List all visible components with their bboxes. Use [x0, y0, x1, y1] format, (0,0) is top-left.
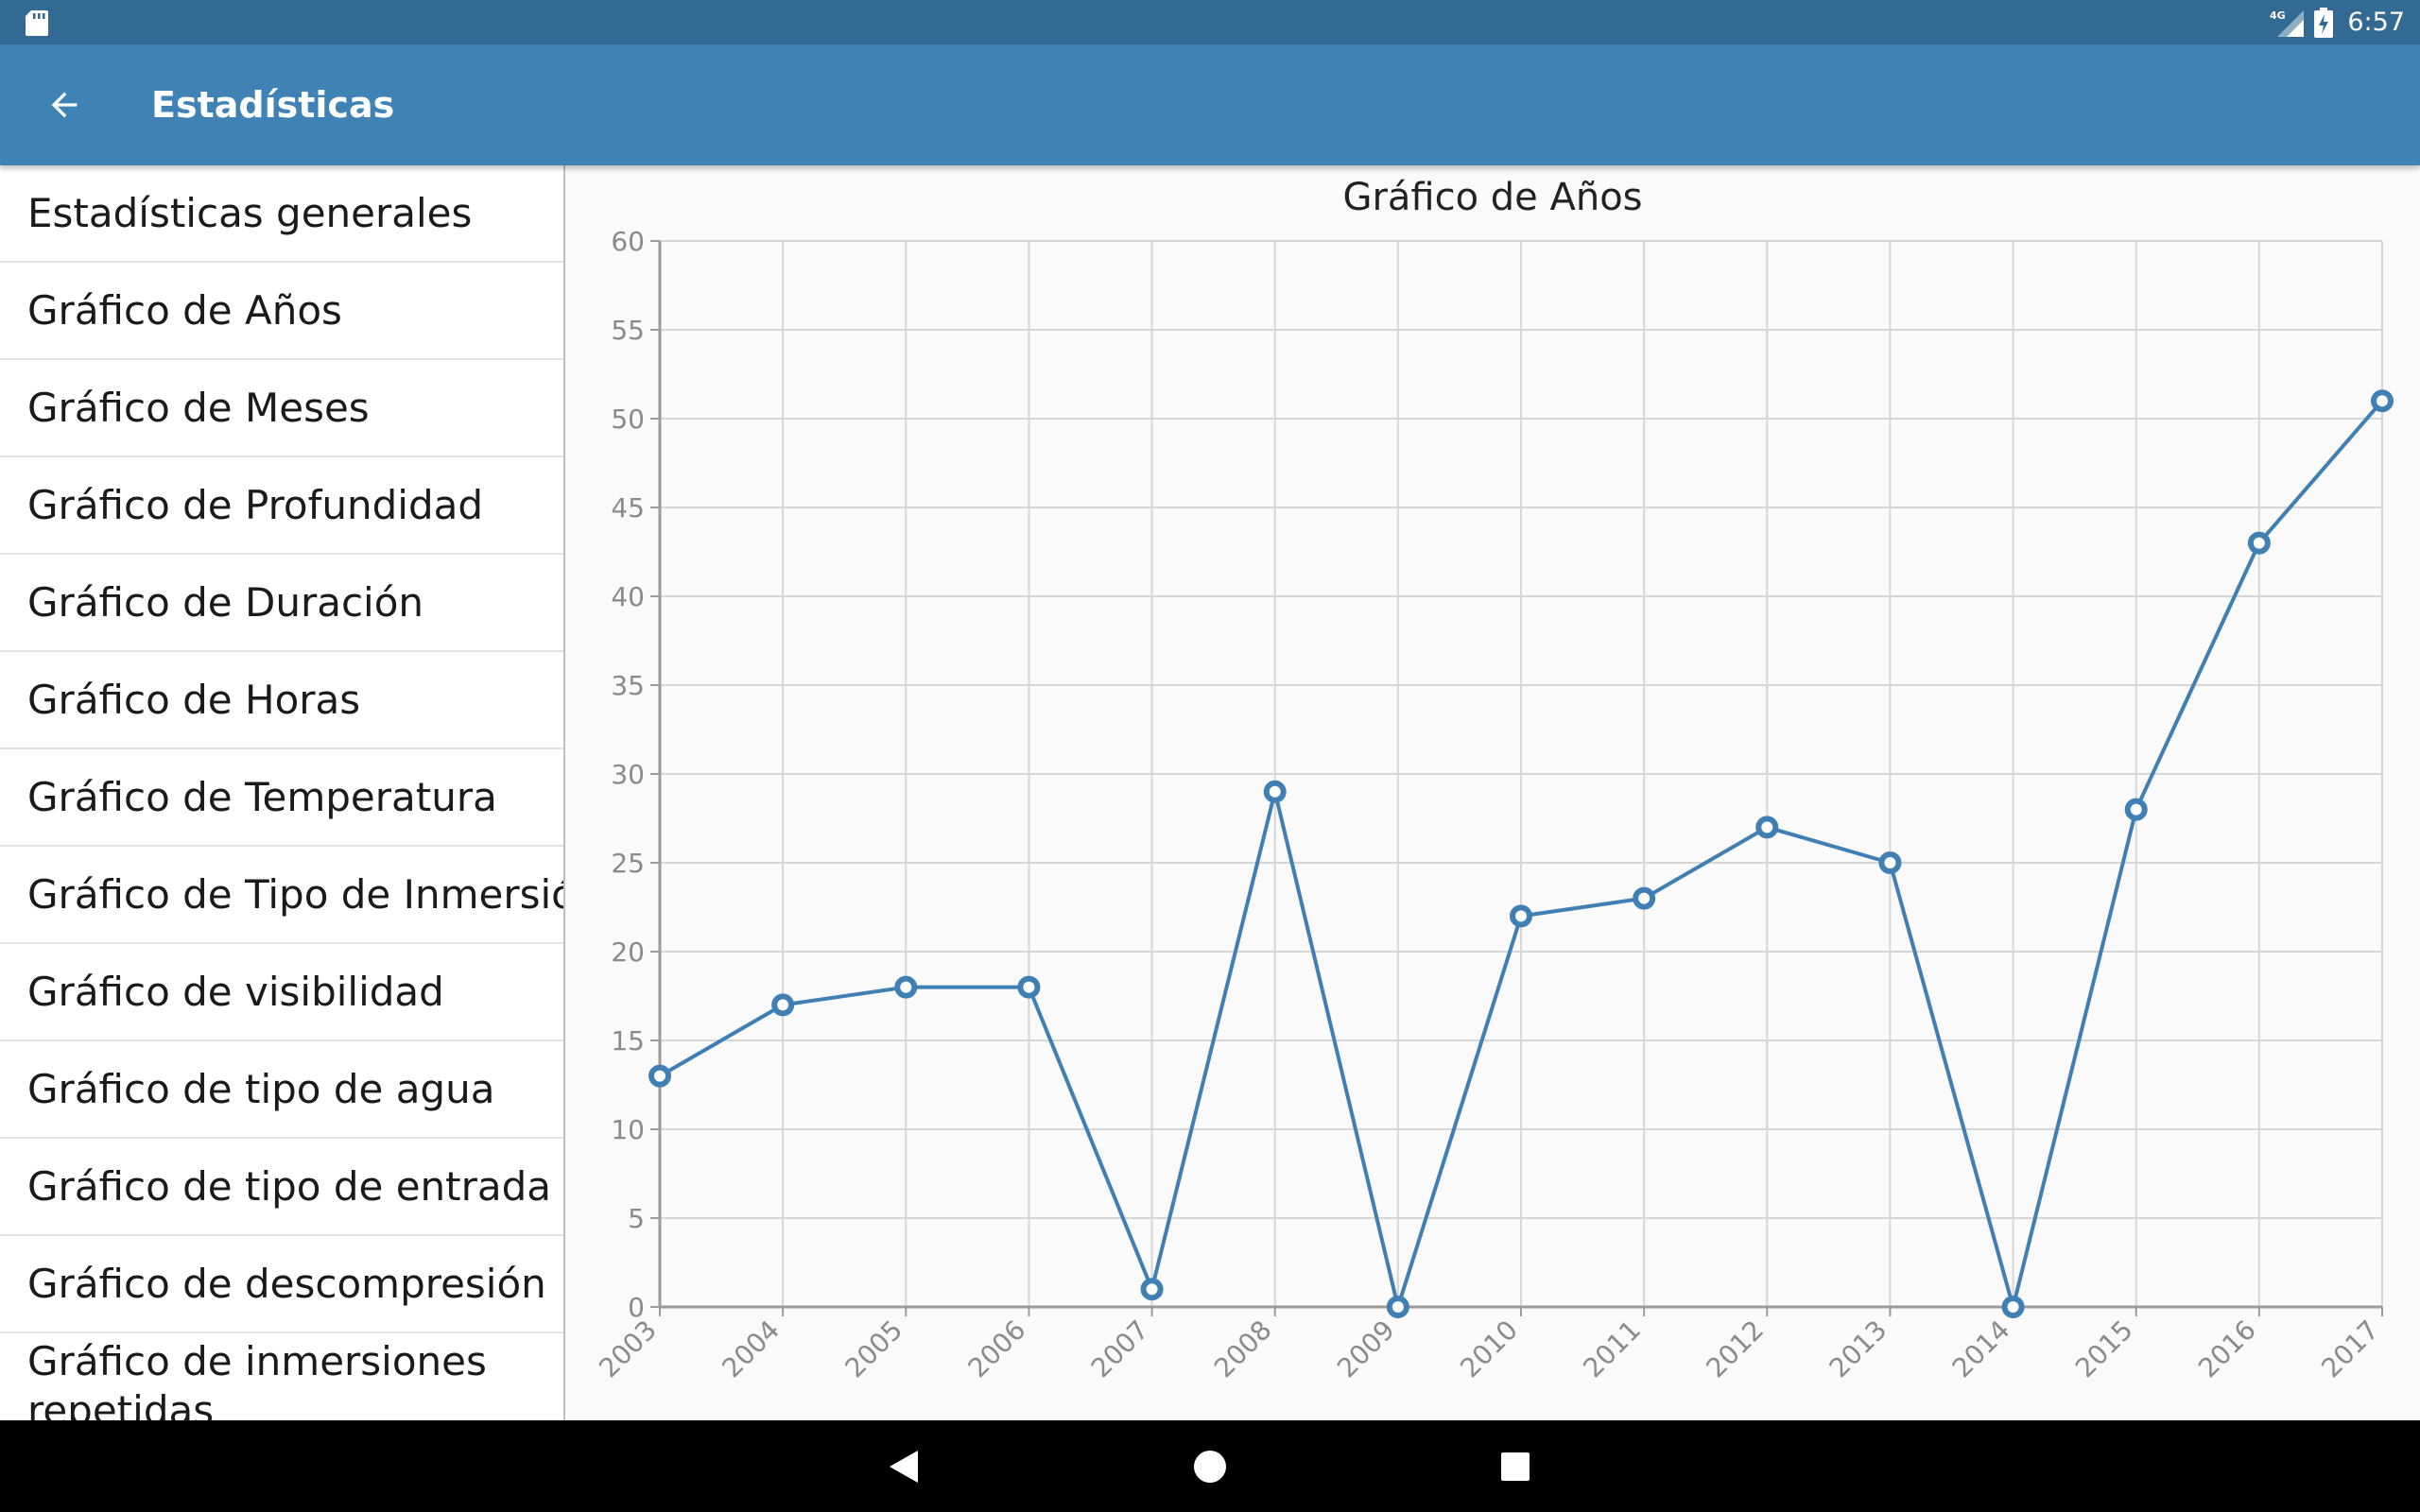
- battery-charging-icon: [2314, 7, 2334, 38]
- sidebar-item-dive-type-chart[interactable]: Gráfico de Tipo de Inmersión: [0, 847, 563, 944]
- y-tick-label: 15: [611, 1025, 645, 1057]
- data-point: [1878, 851, 1902, 874]
- data-point: [1017, 975, 1041, 999]
- data-point: [1263, 780, 1287, 803]
- signal-icon: 4G: [2270, 9, 2305, 37]
- sidebar-item-decompression-chart[interactable]: Gráfico de descompresión: [0, 1236, 563, 1333]
- sidebar-item-temperature-chart[interactable]: Gráfico de Temperatura: [0, 749, 563, 847]
- chart-axes: [650, 240, 2383, 1316]
- data-point: [2371, 389, 2394, 413]
- sidebar-item-label: Gráfico de Temperatura: [27, 774, 497, 820]
- sidebar-item-label: Gráfico de Tipo de Inmersión: [27, 871, 563, 918]
- nav-home-icon: [1194, 1450, 1226, 1483]
- nav-back-icon: [890, 1450, 918, 1483]
- sidebar-item-entry-type-chart[interactable]: Gráfico de tipo de entrada: [0, 1139, 563, 1236]
- y-tick-label: 55: [611, 315, 645, 346]
- y-tick-label: 20: [611, 936, 645, 968]
- data-point: [771, 993, 795, 1017]
- nav-recents-icon: [1501, 1452, 1530, 1481]
- x-tick-label: 2008: [1208, 1314, 1278, 1384]
- sidebar-item-label: Gráfico de Años: [27, 287, 342, 334]
- app-bar: Estadísticas: [0, 44, 2420, 165]
- sd-card-icon: [26, 10, 48, 36]
- status-icons: 4G 6:57: [2270, 0, 2405, 44]
- sidebar-item-label: Gráfico de inmersiones repetidas: [27, 1338, 487, 1420]
- y-tick-label: 25: [611, 848, 645, 879]
- sidebar-item-hours-chart[interactable]: Gráfico de Horas: [0, 652, 563, 749]
- data-point: [2247, 531, 2271, 555]
- data-point: [1633, 886, 1656, 910]
- sidebar-item-depth-chart[interactable]: Gráfico de Profundidad: [0, 457, 563, 555]
- page-title: Estadísticas: [151, 84, 395, 126]
- sidebar-item-label: Gráfico de Duración: [27, 579, 424, 626]
- sidebar-item-general-stats[interactable]: Estadísticas generales: [0, 165, 563, 263]
- x-tick-label: 2015: [2069, 1314, 2139, 1384]
- sidebar-item-label: Gráfico de descompresión: [27, 1261, 546, 1307]
- y-tick-label: 50: [611, 404, 645, 435]
- chart-title: Gráfico de Años: [1342, 176, 1642, 219]
- x-tick-labels: 2003 2004 2005 2006 2007 2008 2009 2010 2011 2012…: [593, 1314, 2385, 1384]
- y-tick-label: 35: [611, 670, 645, 701]
- screen: 4G 6:57 Estadísticas Estadísticas genera…: [0, 0, 2420, 1512]
- x-tick-label: 2009: [1331, 1314, 1401, 1384]
- x-tick-label: 2012: [1701, 1314, 1771, 1384]
- x-tick-label: 2013: [1824, 1314, 1893, 1384]
- nav-home-button[interactable]: [1165, 1420, 1255, 1512]
- x-tick-label: 2007: [1085, 1314, 1155, 1384]
- x-tick-label: 2014: [1946, 1314, 2016, 1384]
- sidebar-menu: Estadísticas generales Gráfico de Años G…: [0, 165, 565, 1420]
- status-bar: 4G 6:57: [0, 0, 2420, 44]
- x-tick-label: 2016: [2192, 1314, 2262, 1384]
- y-tick-labels: 051015202530354045505560: [611, 226, 645, 1323]
- x-tick-label: 2005: [839, 1314, 909, 1384]
- sidebar-item-years-chart[interactable]: Gráfico de Años: [0, 263, 563, 360]
- data-point: [1386, 1296, 1409, 1318]
- sidebar-item-label: Gráfico de Meses: [27, 385, 370, 431]
- sidebar-item-label: Gráfico de Horas: [27, 677, 361, 723]
- y-tick-label: 45: [611, 492, 645, 524]
- sidebar-item-repeated-dives-chart[interactable]: Gráfico de inmersiones repetidas: [0, 1333, 563, 1420]
- data-point: [1140, 1278, 1164, 1301]
- sidebar-item-label: Gráfico de tipo de entrada: [27, 1163, 552, 1210]
- sidebar-item-duration-chart[interactable]: Gráfico de Duración: [0, 555, 563, 652]
- sidebar-item-label: Gráfico de Profundidad: [27, 482, 484, 528]
- y-tick-label: 5: [628, 1203, 645, 1234]
- sidebar-item-label: Gráfico de visibilidad: [27, 969, 444, 1015]
- years-line-chart: 051015202530354045505560 2003 2004 2005 200…: [593, 176, 2394, 1384]
- y-tick-label: 40: [611, 581, 645, 612]
- data-point: [894, 975, 918, 999]
- x-tick-label: 2010: [1454, 1314, 1524, 1384]
- x-tick-label: 2003: [593, 1314, 663, 1384]
- chart-grid: [659, 240, 2383, 1308]
- data-point: [2124, 798, 2148, 821]
- clock: 6:57: [2347, 8, 2405, 37]
- nav-recents-button[interactable]: [1470, 1420, 1561, 1512]
- data-point: [648, 1064, 671, 1088]
- data-point: [2001, 1296, 2025, 1318]
- navigation-bar: [0, 1420, 2420, 1512]
- arrow-back-icon: [51, 92, 78, 118]
- data-point: [1510, 904, 1532, 928]
- sidebar-item-label: Gráfico de tipo de agua: [27, 1066, 495, 1112]
- sidebar-item-months-chart[interactable]: Gráfico de Meses: [0, 360, 563, 457]
- x-tick-label: 2011: [1577, 1314, 1647, 1384]
- sidebar-item-label: Estadísticas generales: [27, 190, 473, 236]
- y-tick-label: 30: [611, 759, 645, 790]
- x-tick-label: 2004: [716, 1314, 786, 1384]
- data-point: [1755, 816, 1779, 839]
- x-tick-label: 2006: [962, 1314, 1032, 1384]
- y-tick-label: 60: [611, 226, 645, 257]
- nav-back-button[interactable]: [858, 1420, 949, 1512]
- y-tick-label: 10: [611, 1114, 645, 1145]
- network-type-label: 4G: [2270, 9, 2286, 22]
- sidebar-item-visibility-chart[interactable]: Gráfico de visibilidad: [0, 944, 563, 1041]
- chart-panel: 0 5 10 15 20 25 30 35 40 45 50 55 60 2003 2004 2005 200…: [565, 165, 2420, 1420]
- x-tick-label: 2017: [2315, 1314, 2385, 1384]
- sidebar-item-water-type-chart[interactable]: Gráfico de tipo de agua: [0, 1041, 563, 1139]
- back-button[interactable]: [32, 73, 96, 137]
